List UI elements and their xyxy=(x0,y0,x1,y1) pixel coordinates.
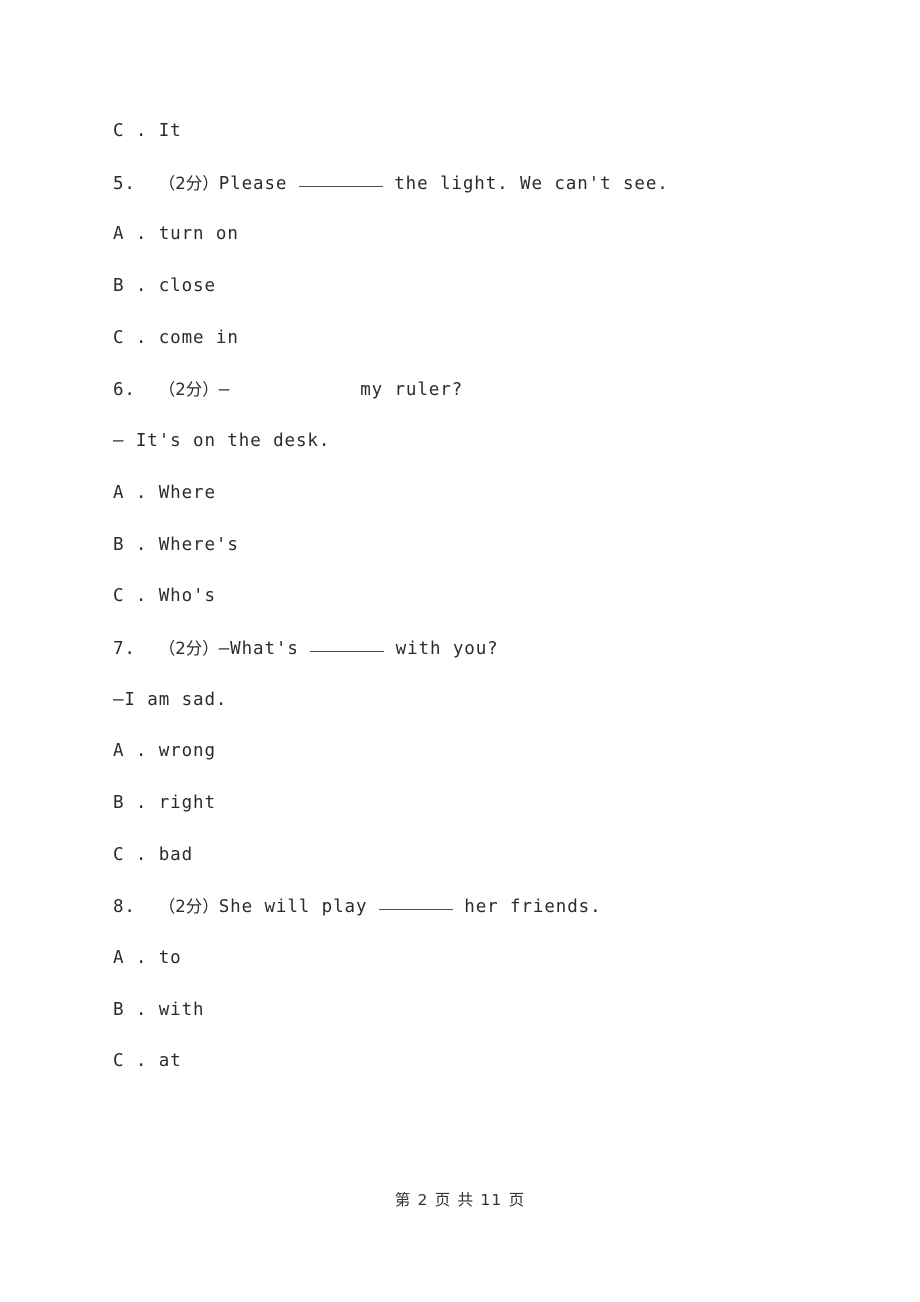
list-item[interactable]: A . wrong xyxy=(113,726,813,778)
question-stem: 7. （2分）—What's with you? xyxy=(113,623,813,675)
list-item[interactable]: B . close xyxy=(113,261,813,313)
stem-text-after: my ruler? xyxy=(360,380,464,401)
fill-in-blank xyxy=(298,185,383,187)
question-marks: （2分） xyxy=(158,173,219,193)
stem-text-before: — xyxy=(218,380,231,401)
question-marks: （2分） xyxy=(158,380,219,400)
list-item[interactable]: B . with xyxy=(113,985,813,1037)
option-label-text: A . to xyxy=(113,948,182,968)
list-item[interactable]: A . to xyxy=(113,933,813,985)
question-marks: （2分） xyxy=(158,638,219,658)
stem-text-after: the light. We can't see. xyxy=(382,173,669,194)
stem-text-after: with you? xyxy=(384,638,499,659)
question-number: 8. xyxy=(113,897,136,918)
exam-page: C . It 5. （2分）Please the light. We can't… xyxy=(0,0,920,1302)
fill-in-blank xyxy=(310,650,385,652)
dialogue-reply-text: —I am sad. xyxy=(113,689,228,710)
question-marks: （2分） xyxy=(158,897,219,917)
question-stem: 6. （2分）— my ruler? xyxy=(113,364,813,416)
option-label-text: C . at xyxy=(113,1051,182,1072)
question-number: 5. xyxy=(113,173,136,194)
question-stem-second-line: — It's on the desk. xyxy=(113,416,813,468)
page-number-label: 第 2 页 共 11 页 xyxy=(394,1191,526,1209)
question-number: 7. xyxy=(113,638,136,659)
option-label-text: A . Where xyxy=(113,482,216,503)
question-number-gap xyxy=(136,174,159,194)
question-number: 6. xyxy=(113,380,136,401)
stem-text-before: Please xyxy=(218,173,299,194)
list-item[interactable]: C . Who's xyxy=(113,571,813,623)
option-label-text: C . bad xyxy=(113,844,194,865)
list-item[interactable]: C . come in xyxy=(113,313,813,365)
question-number-gap xyxy=(136,380,159,400)
list-item[interactable]: B . right xyxy=(113,778,813,830)
list-item[interactable]: A . Where xyxy=(113,468,813,520)
page-footer: 第 2 页 共 11 页 xyxy=(0,1188,920,1210)
stem-text-after: her friends. xyxy=(452,897,602,918)
option-label-text: C . Who's xyxy=(113,586,216,607)
stem-text-before: —What's xyxy=(218,638,311,659)
option-label-text: A . wrong xyxy=(113,741,216,762)
option-label-text: C . come in xyxy=(113,327,239,348)
list-item[interactable]: C . at xyxy=(113,1036,813,1088)
list-item: C . It xyxy=(113,106,813,158)
list-item[interactable]: A . turn on xyxy=(113,209,813,261)
question-content: C . It 5. （2分）Please the light. We can't… xyxy=(113,106,813,1088)
option-label-text: B . with xyxy=(113,999,205,1020)
option-label-text: B . Where's xyxy=(113,534,239,555)
question-stem: 8. （2分）She will play her friends. xyxy=(113,881,813,933)
fill-in-blank xyxy=(378,909,453,911)
list-item[interactable]: B . Where's xyxy=(113,520,813,572)
option-label-text: C . It xyxy=(113,121,182,141)
list-item[interactable]: C . bad xyxy=(113,830,813,882)
stem-text-before: She will play xyxy=(218,897,379,918)
option-label-text: B . right xyxy=(113,792,216,813)
question-stem-second-line: —I am sad. xyxy=(113,675,813,727)
dialogue-reply-text: — It's on the desk. xyxy=(113,431,331,452)
question-number-gap xyxy=(136,639,159,659)
question-number-gap xyxy=(136,897,159,917)
option-label-text: B . close xyxy=(113,276,216,297)
option-label-text: A . turn on xyxy=(113,224,239,245)
question-stem: 5. （2分）Please the light. We can't see. xyxy=(113,158,813,210)
